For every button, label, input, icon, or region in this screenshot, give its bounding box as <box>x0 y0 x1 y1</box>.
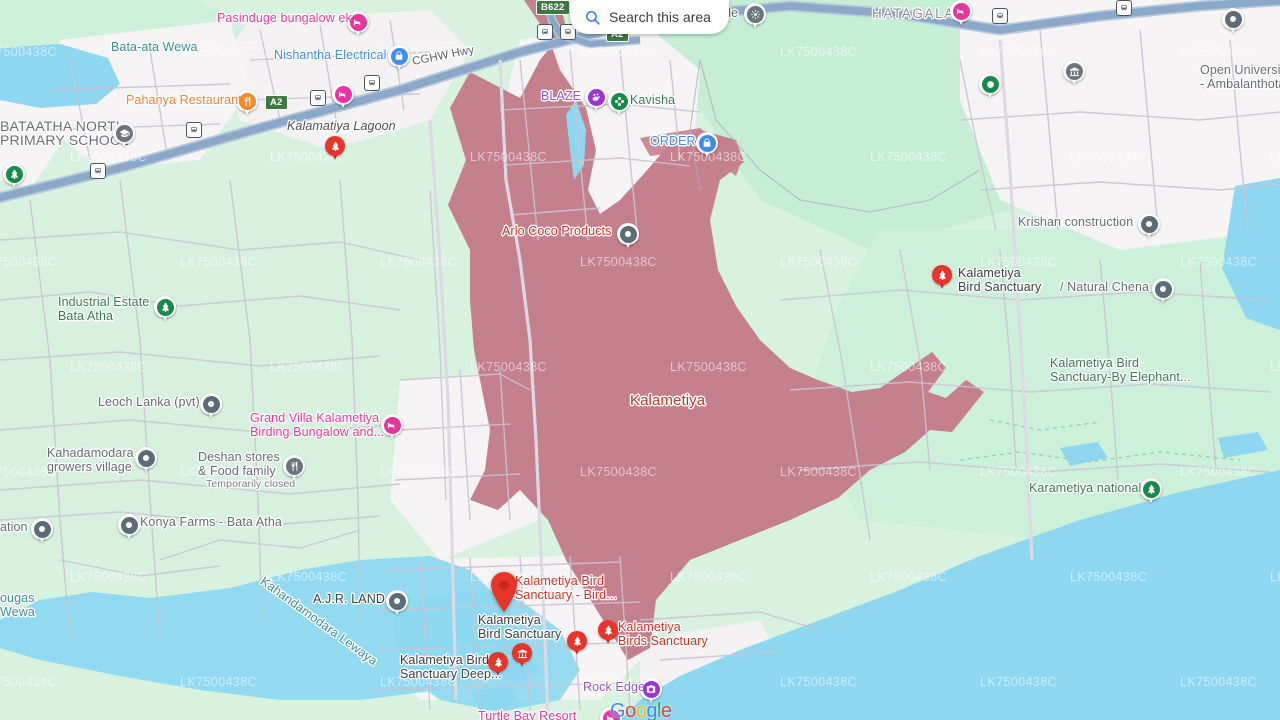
park-icon <box>932 265 952 285</box>
park-icon <box>156 298 174 316</box>
poi-hotel-small-marker[interactable] <box>332 83 354 112</box>
logo-letter-g2: g <box>646 700 657 720</box>
poi-kalametiya-birds-sanctuary-marker[interactable] <box>598 620 618 647</box>
generic-icon <box>33 520 51 538</box>
poi-station-left-marker[interactable] <box>31 518 53 547</box>
beauty-icon <box>587 88 605 106</box>
search-this-area-label: Search this area <box>609 9 711 25</box>
poi-grey-right-top-marker[interactable] <box>1222 8 1244 37</box>
poi-kalametiya-bird-sanctuary-right-marker[interactable] <box>932 265 952 292</box>
poi-grand-villa-kalametiya-marker[interactable] <box>381 414 403 443</box>
poi-karametiya-national-marker[interactable] <box>1140 478 1162 507</box>
poi-sanctuary-pin-b-marker[interactable] <box>488 652 508 679</box>
circle-icon <box>981 75 999 93</box>
hotel-icon <box>334 85 352 103</box>
poi-kavisha-marker[interactable] <box>608 90 630 119</box>
transit-stop-icon[interactable] <box>1116 0 1132 16</box>
poi-park-left-edge-marker[interactable] <box>3 163 25 192</box>
logo-letter-o1: o <box>625 700 636 720</box>
park-icon <box>488 652 508 672</box>
poi-sanctuary-pin-c-marker[interactable] <box>512 643 532 670</box>
poi-order-marker[interactable] <box>696 132 718 161</box>
poi-leoch-lanka-marker[interactable] <box>200 393 222 422</box>
logo-letter-g1: G <box>610 700 626 720</box>
transit-stop-icon[interactable] <box>992 8 1008 24</box>
store-icon <box>698 134 716 152</box>
poi-natural-chena-marker[interactable] <box>1152 278 1174 307</box>
logo-letter-e: e <box>660 700 672 720</box>
hotel-icon <box>952 2 970 20</box>
generic-icon <box>1224 10 1242 28</box>
hotel-icon <box>383 416 401 434</box>
park-icon <box>325 136 345 156</box>
poi-krishan-construction-marker[interactable] <box>1138 213 1160 242</box>
poi-industrial-estate-bata-atha-marker[interactable] <box>154 296 176 325</box>
generic-icon <box>1154 280 1172 298</box>
generic-icon <box>137 449 155 467</box>
transit-stop-icon[interactable] <box>537 24 553 40</box>
hotel-icon <box>349 13 367 31</box>
road-shield-b622[interactable]: B622 <box>536 0 570 15</box>
generic-icon <box>388 592 406 610</box>
poi-pasinduge-bungalow-marker[interactable] <box>347 11 369 40</box>
poi-kalamatiya-lagoon-marker-marker[interactable] <box>325 136 345 163</box>
poi-school-bataatha-marker[interactable] <box>113 122 135 151</box>
generic-icon <box>619 225 637 243</box>
poi-temple-marker[interactable] <box>744 3 766 32</box>
poi-sanctuary-pin-a-marker[interactable] <box>567 631 587 658</box>
generic-icon <box>202 395 220 413</box>
poi-museum-marker[interactable] <box>1063 60 1085 89</box>
transit-stop-icon[interactable] <box>310 90 326 106</box>
restaurant-icon <box>285 457 303 475</box>
poi-pahanya-restaurant-marker[interactable] <box>236 90 258 119</box>
google-logo: Google <box>610 700 672 720</box>
temple-icon <box>746 5 764 23</box>
school-icon <box>115 124 133 142</box>
road-shield-a2[interactable]: A2 <box>265 95 288 110</box>
map-base-layer <box>0 0 1280 720</box>
poi-green-dot-right-marker[interactable] <box>979 73 1001 102</box>
poi-deshan-stores-marker[interactable] <box>283 455 305 484</box>
pharmacy-icon <box>610 92 628 110</box>
store-icon <box>390 47 408 65</box>
park-icon <box>598 620 618 640</box>
poi-big-sanctuary-pin-marker[interactable] <box>490 572 518 612</box>
park-icon <box>567 631 587 651</box>
transit-stop-icon[interactable] <box>364 75 380 91</box>
museum-icon <box>512 643 532 663</box>
camera-icon <box>642 680 660 698</box>
generic-icon <box>120 516 138 534</box>
map-canvas[interactable]: LK7500438CLK7500438CLK7500438CLK7500438C… <box>0 0 1280 720</box>
transit-stop-icon[interactable] <box>90 163 106 179</box>
poi-konya-farms-bata-atha-marker[interactable] <box>118 514 140 543</box>
park-icon <box>1142 480 1160 498</box>
search-icon <box>584 9 601 26</box>
poi-hotel-hatagala-marker[interactable] <box>950 0 972 29</box>
restaurant-icon <box>238 92 256 110</box>
park-icon <box>5 165 23 183</box>
museum-icon <box>1065 62 1083 80</box>
poi-kahadamodara-growers-village-marker[interactable] <box>135 447 157 476</box>
search-this-area-button[interactable]: Search this area <box>570 0 729 34</box>
generic-icon <box>1140 215 1158 233</box>
poi-nishantha-electrical-marker[interactable] <box>388 45 410 74</box>
poi-blaze-marker[interactable] <box>585 86 607 115</box>
poi-arlo-coco-products-marker[interactable] <box>617 223 639 252</box>
logo-letter-o2: o <box>635 700 647 720</box>
poi-ajr-land-marker[interactable] <box>386 590 408 619</box>
transit-stop-icon[interactable] <box>186 122 202 138</box>
